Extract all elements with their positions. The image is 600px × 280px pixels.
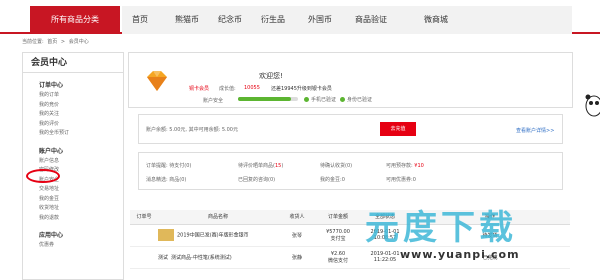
col-order-no: 订单号	[130, 210, 158, 225]
sidebar-item-trade-address[interactable]: 交易地址	[23, 185, 123, 195]
sidebar-item-shipping-address[interactable]: 收货地址	[23, 204, 123, 214]
product-name[interactable]: 2019中国已发(赛)年版形金银币	[177, 233, 249, 239]
account-details-link[interactable]: 查看账户详情>>	[516, 127, 554, 134]
security-label: 账户安全	[203, 98, 224, 104]
sidebar-item-coupons[interactable]: 优惠券	[23, 241, 123, 251]
nav-panda-coin[interactable]: 熊猫币	[175, 6, 199, 34]
top-bar: 所有商品分类 首页 熊猫币 纪念币 衍生品 外国币 商品验证 微商城	[0, 0, 600, 34]
col-amount: 订单金额	[316, 210, 360, 225]
breadcrumb-prefix: 当前位置:	[22, 39, 44, 45]
breadcrumb-current: 会员中心	[68, 39, 89, 45]
product-thumbnail	[158, 229, 174, 241]
growth-value: 10055	[244, 85, 260, 91]
watermark-logo: 元度下载	[365, 208, 517, 248]
stat-messages: 消息精选: 商品(0)	[146, 177, 187, 183]
security-progress-bar	[238, 97, 298, 101]
stat-replied[interactable]: 已回复的咨询(0)	[238, 176, 275, 183]
product-name[interactable]: 测试商品-中性笔(系统测试)	[171, 255, 232, 261]
member-level: 铜卡会员	[189, 86, 210, 92]
watermark-url: www.yuanpi.com	[400, 248, 520, 261]
panda-mascot-icon	[585, 94, 600, 117]
nav-home[interactable]: 首页	[132, 6, 148, 34]
phone-verified: 手机已验证	[304, 96, 336, 103]
stat-pending-reviews[interactable]: 待评价晒单商品(15)	[238, 162, 283, 169]
nav-derivatives[interactable]: 衍生品	[261, 6, 285, 34]
nav-product-verify[interactable]: 商品验证	[355, 6, 387, 34]
amount-cell: ¥5770.00 支付宝	[316, 224, 360, 247]
upgrade-text: 还差19945升级到银卡会员	[271, 86, 332, 92]
sidebar-item-golden-beans[interactable]: 我的金豆	[23, 195, 123, 205]
stat-coupons: 可用优惠券:0	[386, 177, 416, 183]
test-label: 测试	[158, 254, 169, 261]
recharge-button[interactable]: 去充值	[380, 122, 416, 136]
receiver-cell: 张静	[278, 246, 316, 269]
stat-order-reminder: 订单提醒: 待支付(0)	[146, 163, 192, 169]
breadcrumb-home[interactable]: 首页	[47, 39, 57, 45]
stats-panel	[138, 152, 563, 190]
main-nav: 首页 熊猫币 纪念币 衍生品 外国币 商品验证 微商城	[122, 6, 572, 34]
sidebar-section-account: 账户中心	[39, 147, 64, 155]
sidebar-title: 会员中心	[23, 53, 123, 73]
sidebar-section-orders: 订单中心	[39, 82, 64, 89]
check-icon	[340, 97, 345, 102]
balance-text: 账户余额: 5.00元, 其中可用余额: 5.00元	[146, 127, 238, 133]
product-cell[interactable]: 2019中国已发(赛)年版形金银币	[158, 224, 278, 247]
growth-label: 成长值:	[219, 86, 236, 92]
product-cell[interactable]: 测试 测试商品-中性笔(系统测试)	[158, 246, 278, 269]
stat-pending-receipt[interactable]: 待确认收货(0)	[320, 162, 352, 169]
col-product-name: 商品名称	[158, 210, 278, 225]
all-categories-button[interactable]: 所有商品分类	[30, 6, 120, 34]
id-verified: 身份已验证	[340, 96, 372, 103]
col-receiver: 收货人	[278, 210, 316, 225]
nav-micro-mall[interactable]: 微商城	[424, 6, 448, 34]
id-verified-label: 身份已验证	[347, 97, 373, 103]
highlight-circle	[26, 169, 60, 183]
sidebar-section-apps: 应用中心	[39, 232, 64, 239]
security-progress-fill	[238, 97, 291, 101]
amount-cell: ¥2.60 微信支付	[316, 246, 360, 269]
nav-commemorative-coin[interactable]: 纪念币	[218, 6, 242, 34]
check-icon	[304, 97, 309, 102]
avatar-diamond-icon	[147, 71, 167, 91]
phone-verified-label: 手机已验证	[311, 97, 337, 103]
welcome-text: 欢迎您!	[259, 72, 283, 80]
stat-prepaid: 可用预存款: ¥10	[386, 163, 424, 169]
member-sidebar: 会员中心 订单中心 我的订单 我的竞价 我的关注 我的评价 我的全币预订 账户中…	[22, 52, 124, 280]
sidebar-item-my-bids[interactable]: 我的竞价	[23, 101, 123, 111]
nav-foreign-coin[interactable]: 外国币	[308, 6, 332, 34]
sidebar-item-my-reviews[interactable]: 我的评价	[23, 120, 123, 130]
sidebar-item-preorders[interactable]: 我的全币预订	[23, 129, 123, 139]
breadcrumb: 当前位置: 首页 > 会员中心	[22, 38, 91, 45]
breadcrumb-separator: >	[60, 39, 66, 45]
sidebar-item-my-follows[interactable]: 我的关注	[23, 110, 123, 120]
sidebar-item-account-info[interactable]: 账户信息	[23, 157, 123, 167]
sidebar-item-my-orders[interactable]: 我的订单	[23, 91, 123, 101]
stat-golden-beans: 我的金豆:0	[320, 177, 345, 183]
sidebar-item-refunds[interactable]: 我的退款	[23, 214, 123, 224]
receiver-cell: 张琴	[278, 224, 316, 247]
